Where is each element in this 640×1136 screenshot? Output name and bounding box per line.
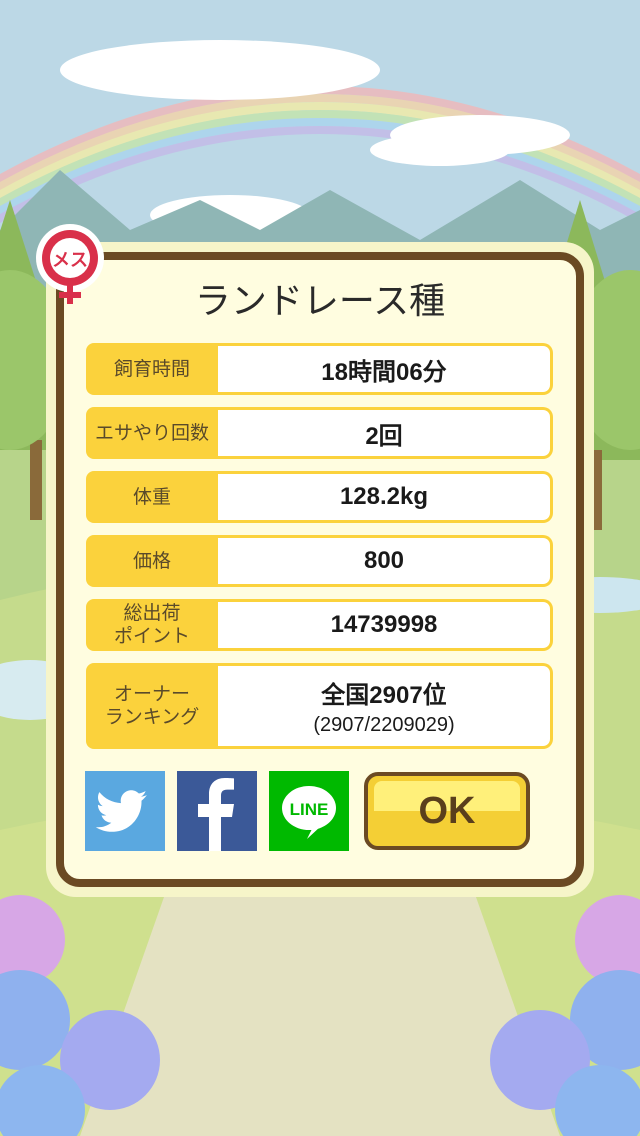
row-weight: 体重 128.2kg — [86, 471, 553, 523]
row-label: 総出荷 ポイント — [86, 599, 218, 651]
row-label: エサやり回数 — [86, 407, 218, 459]
twitter-bird-icon — [95, 790, 147, 832]
row-label: 飼育時間 — [86, 343, 218, 395]
row-label: 体重 — [86, 471, 218, 523]
line-label: LINE — [290, 800, 329, 819]
ranking-value: 全国2907位 — [321, 682, 447, 709]
line-chat-icon: LINE — [282, 786, 336, 839]
facebook-f-icon — [198, 778, 234, 851]
ranking-detail: (2907/2209029) — [313, 714, 455, 736]
row-value: 2回 — [218, 407, 553, 459]
row-label: 価格 — [86, 535, 218, 587]
row-value: 全国2907位 (2907/2209029) — [218, 663, 553, 749]
ok-button-label: OK — [418, 789, 476, 832]
row-price: 価格 800 — [86, 535, 553, 587]
row-value: 128.2kg — [218, 471, 553, 523]
ok-button[interactable]: OK — [364, 772, 530, 850]
row-label: オーナー ランキング — [86, 663, 218, 749]
row-raising-time: 飼育時間 18時間06分 — [86, 343, 553, 395]
line-share-button[interactable]: LINE — [269, 771, 349, 851]
breed-title: ランドレース種 — [194, 281, 446, 322]
row-value: 14739998 — [218, 599, 553, 651]
gender-badge-label: メス — [52, 250, 88, 271]
twitter-share-button[interactable] — [85, 771, 165, 851]
row-value: 800 — [218, 535, 553, 587]
row-value: 18時間06分 — [218, 343, 553, 395]
facebook-share-button[interactable] — [177, 771, 257, 851]
row-owner-ranking: オーナー ランキング 全国2907位 (2907/2209029) — [86, 663, 553, 749]
row-feeding-count: エサやり回数 2回 — [86, 407, 553, 459]
row-total-shipping-points: 総出荷 ポイント 14739998 — [86, 599, 553, 651]
